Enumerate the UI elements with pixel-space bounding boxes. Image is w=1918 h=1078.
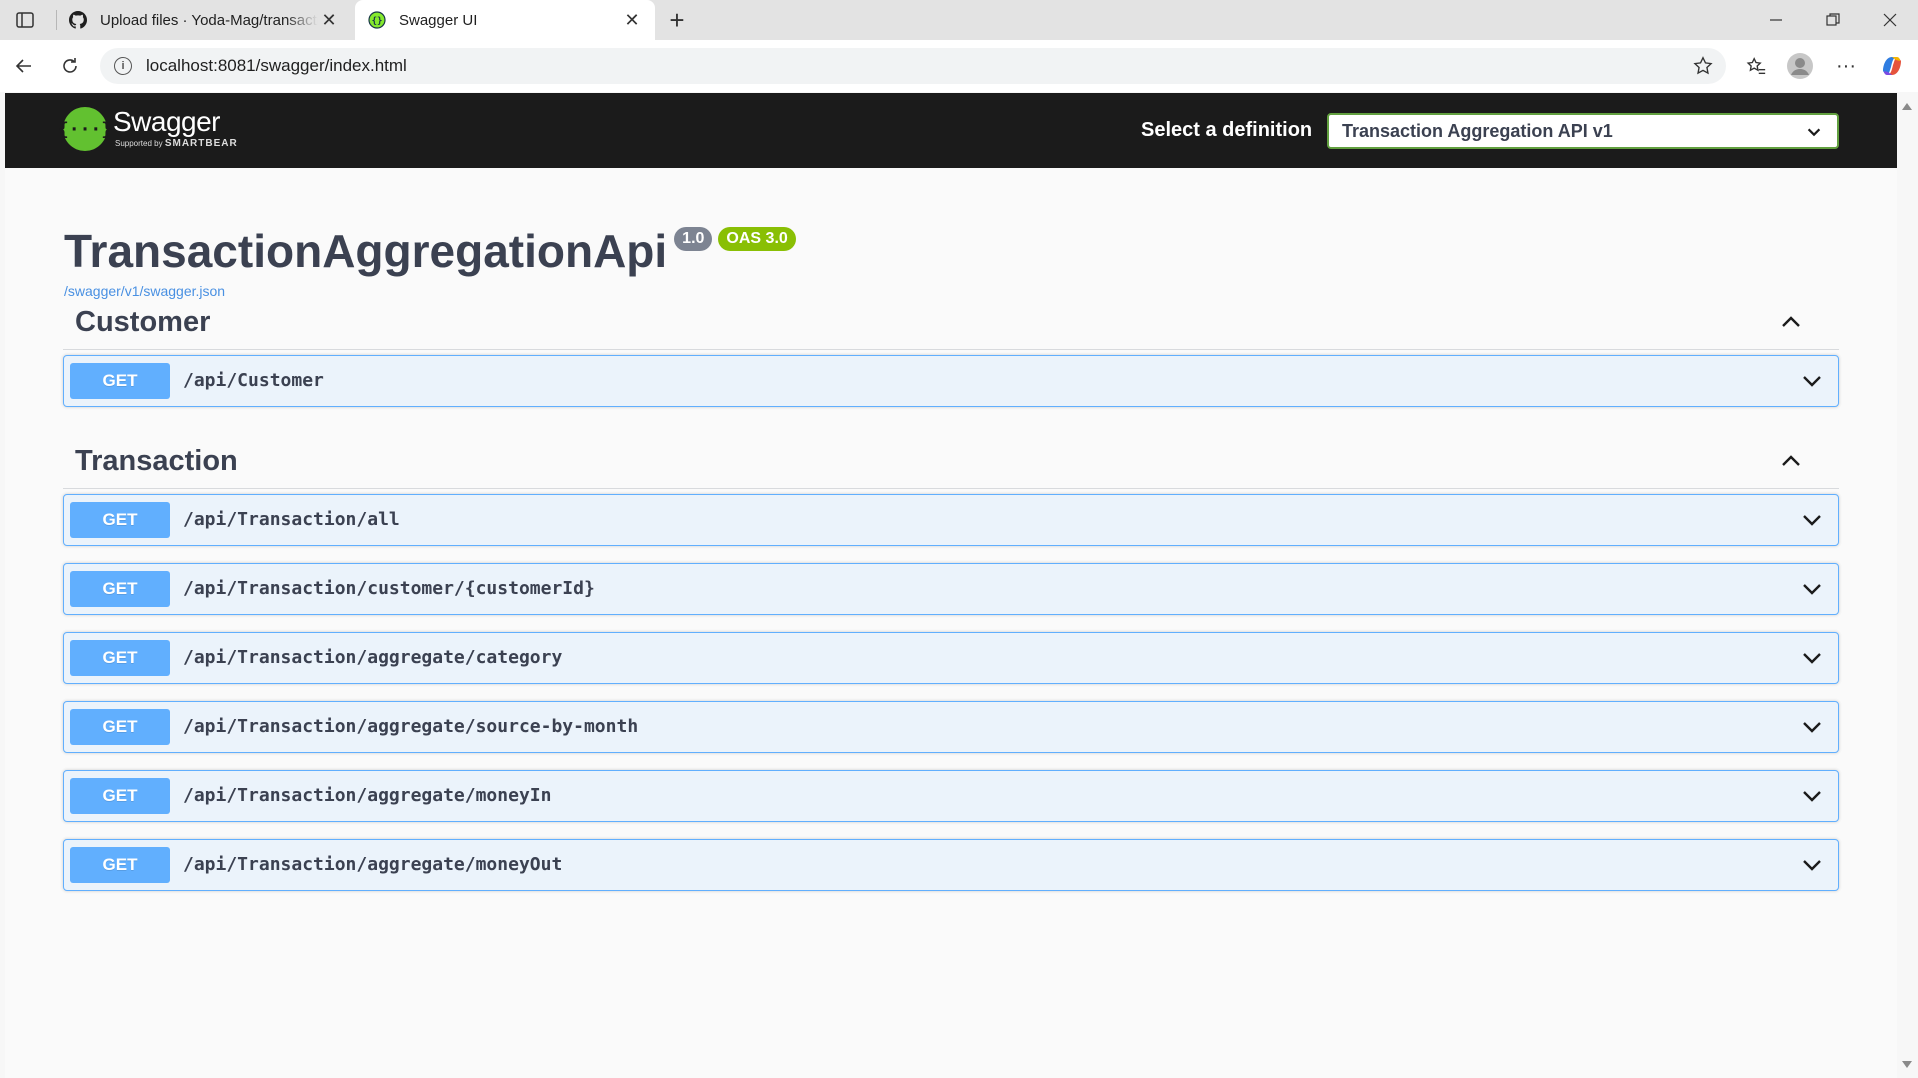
- method-badge: GET: [70, 778, 170, 814]
- section-title: Transaction: [75, 445, 238, 477]
- refresh-icon[interactable]: [54, 50, 86, 82]
- chevron-up-icon[interactable]: [1779, 449, 1803, 473]
- logo-sub-brand: SMARTBEAR: [164, 138, 238, 149]
- section-header[interactable]: Customer: [63, 292, 1839, 350]
- method-badge: GET: [70, 363, 170, 399]
- profile-avatar-icon[interactable]: [1786, 52, 1814, 80]
- tab-title: Swagger UI: [399, 11, 478, 29]
- back-icon[interactable]: [8, 50, 40, 82]
- api-info: TransactionAggregationApi 1.0 OAS 3.0 /s…: [64, 225, 796, 299]
- operation-get-aggregate-moneyout[interactable]: GET /api/Transaction/aggregate/moneyOut: [63, 839, 1839, 891]
- method-badge: GET: [70, 640, 170, 676]
- method-badge: GET: [70, 709, 170, 745]
- logo-name: Swagger: [113, 106, 221, 137]
- api-title: TransactionAggregationApi: [64, 225, 668, 277]
- browser-tab-bar: Upload files · Yoda-Mag/transacti ✕ {} S…: [0, 0, 1918, 40]
- section-header[interactable]: Transaction: [63, 431, 1839, 489]
- chevron-down-icon[interactable]: [1800, 577, 1824, 601]
- new-tab-icon[interactable]: +: [663, 5, 691, 35]
- vertical-scrollbar[interactable]: [1897, 93, 1918, 1078]
- operation-path: /api/Transaction/all: [183, 509, 400, 530]
- github-icon: [68, 10, 88, 30]
- url-text: localhost:8081/swagger/index.html: [146, 56, 407, 75]
- operation-path: /api/Transaction/aggregate/category: [183, 647, 563, 668]
- tab-title: Upload files · Yoda-Mag/transacti: [100, 11, 318, 29]
- favorites-icon[interactable]: [1742, 52, 1770, 80]
- page-viewport: {···} Swagger Supported by SMARTBEAR Sel…: [5, 93, 1897, 1078]
- section-transaction: Transaction GET /api/Transaction/all GET…: [63, 431, 1839, 891]
- chevron-down-icon[interactable]: [1800, 369, 1824, 393]
- site-info-icon[interactable]: i: [114, 57, 132, 75]
- method-badge: GET: [70, 571, 170, 607]
- svg-text:{}: {}: [372, 17, 383, 27]
- chevron-down-icon[interactable]: [1800, 508, 1824, 532]
- operation-path: /api/Transaction/customer/{customerId}: [183, 578, 595, 599]
- operation-path: /api/Transaction/aggregate/source-by-mon…: [183, 716, 639, 737]
- swagger-logo-icon: {···}: [58, 107, 112, 151]
- method-badge: GET: [70, 502, 170, 538]
- close-window-icon[interactable]: [1862, 0, 1918, 40]
- swagger-logo[interactable]: {···} Swagger Supported by SMARTBEAR: [58, 106, 238, 151]
- chevron-down-icon[interactable]: [1800, 853, 1824, 877]
- restore-icon[interactable]: [1805, 0, 1861, 40]
- minimize-icon[interactable]: [1748, 0, 1804, 40]
- section-title: Customer: [75, 306, 211, 338]
- chevron-down-icon[interactable]: [1800, 646, 1824, 670]
- chevron-down-icon: [1805, 123, 1823, 141]
- operation-get-aggregate-source-by-month[interactable]: GET /api/Transaction/aggregate/source-by…: [63, 701, 1839, 753]
- tab-swagger-ui[interactable]: {} Swagger UI ✕: [355, 0, 655, 40]
- more-options-icon[interactable]: ···: [1832, 52, 1860, 80]
- method-badge: GET: [70, 847, 170, 883]
- operation-get-transaction-all[interactable]: GET /api/Transaction/all: [63, 494, 1839, 546]
- version-badge: 1.0: [674, 227, 713, 251]
- scroll-down-icon[interactable]: [1902, 1061, 1912, 1068]
- favorite-star-icon[interactable]: [1692, 55, 1714, 77]
- definition-select[interactable]: Transaction Aggregation API v1: [1327, 113, 1839, 149]
- operation-get-aggregate-category[interactable]: GET /api/Transaction/aggregate/category: [63, 632, 1839, 684]
- copilot-icon[interactable]: [1878, 52, 1906, 80]
- logo-subtitle: Supported by SMARTBEAR: [115, 138, 238, 149]
- logo-sub-prefix: Supported by: [115, 139, 163, 148]
- swagger-icon: {}: [367, 10, 387, 30]
- operation-get-customer[interactable]: GET /api/Customer: [63, 355, 1839, 407]
- scroll-up-icon[interactable]: [1902, 103, 1912, 110]
- section-customer: Customer GET /api/Customer: [63, 292, 1839, 407]
- tab-actions-icon[interactable]: [10, 8, 40, 32]
- close-icon[interactable]: ✕: [318, 9, 340, 31]
- tab-github-upload[interactable]: Upload files · Yoda-Mag/transacti ✕: [56, 0, 352, 40]
- operation-get-transaction-customer[interactable]: GET /api/Transaction/customer/{customerI…: [63, 563, 1839, 615]
- operation-path: /api/Transaction/aggregate/moneyOut: [183, 854, 563, 875]
- operation-path: /api/Customer: [183, 370, 324, 391]
- oas-badge: OAS 3.0: [718, 227, 796, 251]
- definition-selected-value: Transaction Aggregation API v1: [1342, 120, 1613, 141]
- operation-path: /api/Transaction/aggregate/moneyIn: [183, 785, 552, 806]
- url-field[interactable]: i localhost:8081/swagger/index.html: [100, 48, 1726, 84]
- address-bar: i localhost:8081/swagger/index.html ···: [0, 40, 1918, 92]
- operation-get-aggregate-moneyin[interactable]: GET /api/Transaction/aggregate/moneyIn: [63, 770, 1839, 822]
- chevron-up-icon[interactable]: [1779, 310, 1803, 334]
- close-icon[interactable]: ✕: [621, 9, 643, 31]
- chevron-down-icon[interactable]: [1800, 784, 1824, 808]
- swagger-topbar: {···} Swagger Supported by SMARTBEAR Sel…: [5, 93, 1897, 168]
- definition-label: Select a definition: [1141, 119, 1313, 141]
- chevron-down-icon[interactable]: [1800, 715, 1824, 739]
